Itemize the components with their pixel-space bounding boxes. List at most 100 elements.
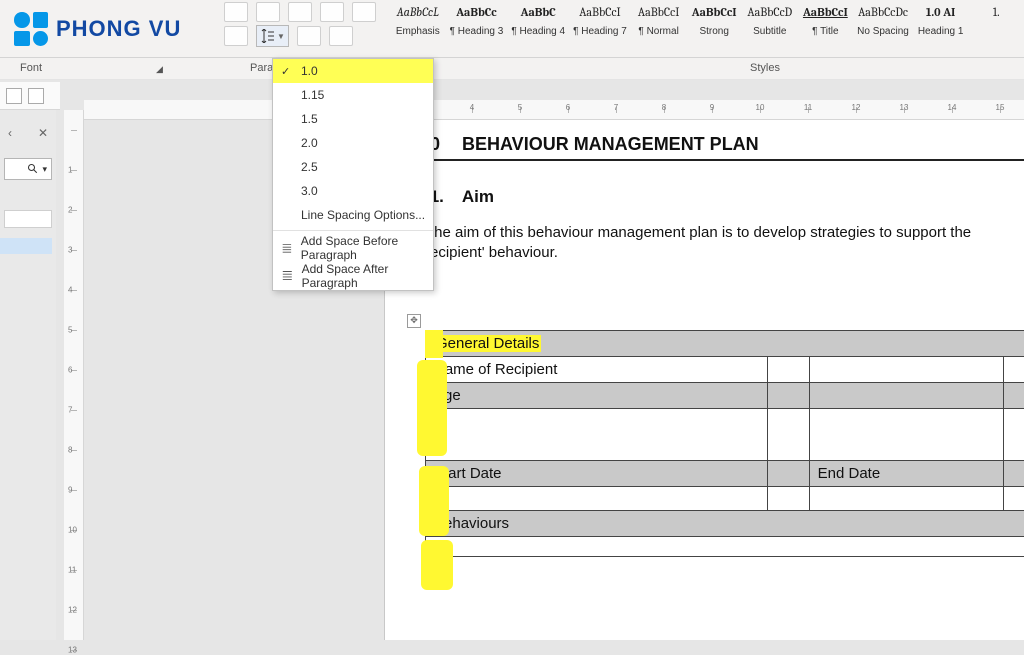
style-sample: AaBbCcDc (857, 2, 909, 22)
styles-gallery[interactable]: AaBbCcLEmphasisAaBbCc¶ Heading 3AaBbC¶ H… (390, 0, 1024, 57)
style-gallery-item[interactable]: 1. (968, 0, 1024, 57)
line-spacing-option[interactable]: 1.5 (273, 107, 433, 131)
line-spacing-button[interactable]: ▼ (256, 25, 289, 47)
space-after-icon (281, 269, 294, 283)
line-spacing-menu: 1.01.151.52.02.53.0 Line Spacing Options… (272, 58, 434, 291)
table-cell[interactable] (1003, 382, 1024, 408)
style-gallery-item[interactable]: AaBbCcI¶ Heading 7 (569, 0, 631, 57)
style-gallery-item[interactable]: AaBbCcI¶ Normal (631, 0, 687, 57)
nav-tab[interactable] (4, 210, 52, 228)
table-cell[interactable] (1003, 408, 1024, 460)
style-name: Heading 1 (917, 22, 965, 40)
nav-back-icon[interactable]: ‹ (8, 126, 12, 140)
table-cell[interactable] (1003, 460, 1024, 486)
table-cell[interactable]: Start Date (426, 460, 768, 486)
table-cell[interactable] (768, 382, 809, 408)
increase-indent-button[interactable] (288, 2, 312, 22)
line-spacing-option[interactable]: 3.0 (273, 179, 433, 203)
copy-icon[interactable] (28, 88, 44, 104)
borders-button[interactable] (329, 26, 353, 46)
style-sample: 1.0 AI (917, 2, 965, 22)
style-gallery-item[interactable]: AaBbCc¶ Heading 3 (446, 0, 508, 57)
paragraph-group: ▼ (220, 0, 390, 57)
table-cell[interactable] (809, 382, 1003, 408)
logo-icon (14, 12, 48, 46)
chevron-down-icon: ▼ (277, 32, 285, 41)
ribbon-labels: Font ◢ Para Styles (0, 58, 1024, 80)
horizontal-ruler: 3456789101112131415 (84, 100, 1024, 120)
heading-2-text: Aim (462, 187, 494, 207)
style-gallery-item[interactable]: AaBbCcDcNo Spacing (853, 0, 913, 57)
style-name: ¶ Title (802, 22, 850, 40)
style-sample: AaBbCcL (394, 2, 442, 22)
align-button[interactable] (224, 26, 248, 46)
line-spacing-option[interactable]: 1.15 (273, 83, 433, 107)
font-group-label: Font (20, 62, 42, 74)
table-container: ✥ General Details Name of Recipient Age … (425, 330, 1024, 557)
table-cell[interactable]: End Date (809, 460, 1003, 486)
sort-button[interactable] (320, 2, 344, 22)
document-page: .0 BEHAVIOUR MANAGEMENT PLAN .1. Aim The… (384, 120, 1024, 640)
font-dialog-launcher-icon[interactable]: ◢ (156, 64, 163, 75)
style-gallery-item[interactable]: AaBbCcIStrong (686, 0, 742, 57)
heading-1: .0 BEHAVIOUR MANAGEMENT PLAN (425, 134, 1024, 155)
table-cell[interactable]: Name of Recipient (426, 356, 768, 382)
style-gallery-item[interactable]: AaBbCcI¶ Title (798, 0, 854, 57)
table-cell[interactable]: Behaviours (426, 510, 1024, 536)
line-spacing-options-item[interactable]: Line Spacing Options... (273, 203, 433, 227)
style-name: Subtitle (746, 22, 794, 40)
style-gallery-item[interactable]: AaBbCcLEmphasis (390, 0, 446, 57)
table-cell[interactable] (768, 356, 809, 382)
style-gallery-item[interactable]: 1.0 AIHeading 1 (913, 0, 969, 57)
style-name: ¶ Heading 7 (573, 22, 627, 40)
table-cell[interactable] (768, 460, 809, 486)
style-sample: 1. (972, 2, 1020, 22)
table-cell[interactable] (426, 536, 1024, 556)
table-cell[interactable] (1003, 356, 1024, 382)
table-cell[interactable] (768, 486, 809, 510)
table-cell[interactable] (768, 408, 809, 460)
table-cell[interactable] (426, 408, 768, 460)
line-spacing-option[interactable]: 1.0 (273, 59, 433, 83)
table-cell[interactable] (1003, 486, 1024, 510)
style-name (972, 22, 1020, 40)
style-name: ¶ Heading 3 (450, 22, 504, 40)
heading-rule (425, 159, 1024, 161)
table-cell[interactable] (809, 486, 1003, 510)
logo: PHONG VU (0, 0, 220, 58)
table-cell[interactable] (809, 408, 1003, 460)
table-cell[interactable]: Age (426, 382, 768, 408)
show-marks-button[interactable] (352, 2, 376, 22)
add-space-after-item[interactable]: Add Space After Paragraph (273, 262, 433, 290)
shading-button[interactable] (297, 26, 321, 46)
search-input[interactable]: ▾ (4, 158, 52, 180)
style-name: ¶ Heading 4 (511, 22, 565, 40)
table-move-handle-icon[interactable]: ✥ (407, 314, 421, 328)
body-paragraph: The aim of this behaviour management pla… (425, 223, 1024, 264)
style-gallery-item[interactable]: AaBbC¶ Heading 4 (507, 0, 569, 57)
line-spacing-option[interactable]: 2.0 (273, 131, 433, 155)
heading-2: .1. Aim (425, 187, 1024, 207)
logo-text: PHONG VU (56, 16, 181, 42)
ribbon: PHONG VU ▼ AaBbCcLEmphasisAaBbCc¶ Headin… (0, 0, 1024, 58)
style-sample: AaBbC (511, 2, 565, 22)
quick-access-toolbar (0, 82, 60, 110)
table-cell[interactable] (809, 356, 1003, 382)
style-sample: AaBbCcI (573, 2, 627, 22)
new-doc-icon[interactable] (6, 88, 22, 104)
style-name: No Spacing (857, 22, 909, 40)
decrease-indent-button[interactable] (256, 2, 280, 22)
line-spacing-option[interactable]: 2.5 (273, 155, 433, 179)
table-cell[interactable] (426, 486, 768, 510)
bullets-button[interactable] (224, 2, 248, 22)
style-sample: AaBbCcI (802, 2, 850, 22)
style-gallery-item[interactable]: AaBbCcDSubtitle (742, 0, 798, 57)
nav-selected-heading[interactable] (0, 238, 52, 254)
styles-group-label: Styles (750, 62, 780, 74)
add-space-before-item[interactable]: Add Space Before Paragraph (273, 234, 433, 262)
highlight (421, 540, 453, 590)
close-icon[interactable]: ✕ (38, 126, 48, 140)
chevron-down-icon[interactable]: ▾ (42, 164, 47, 175)
table-header: General Details (426, 330, 1024, 356)
details-table: General Details Name of Recipient Age St… (425, 330, 1024, 557)
